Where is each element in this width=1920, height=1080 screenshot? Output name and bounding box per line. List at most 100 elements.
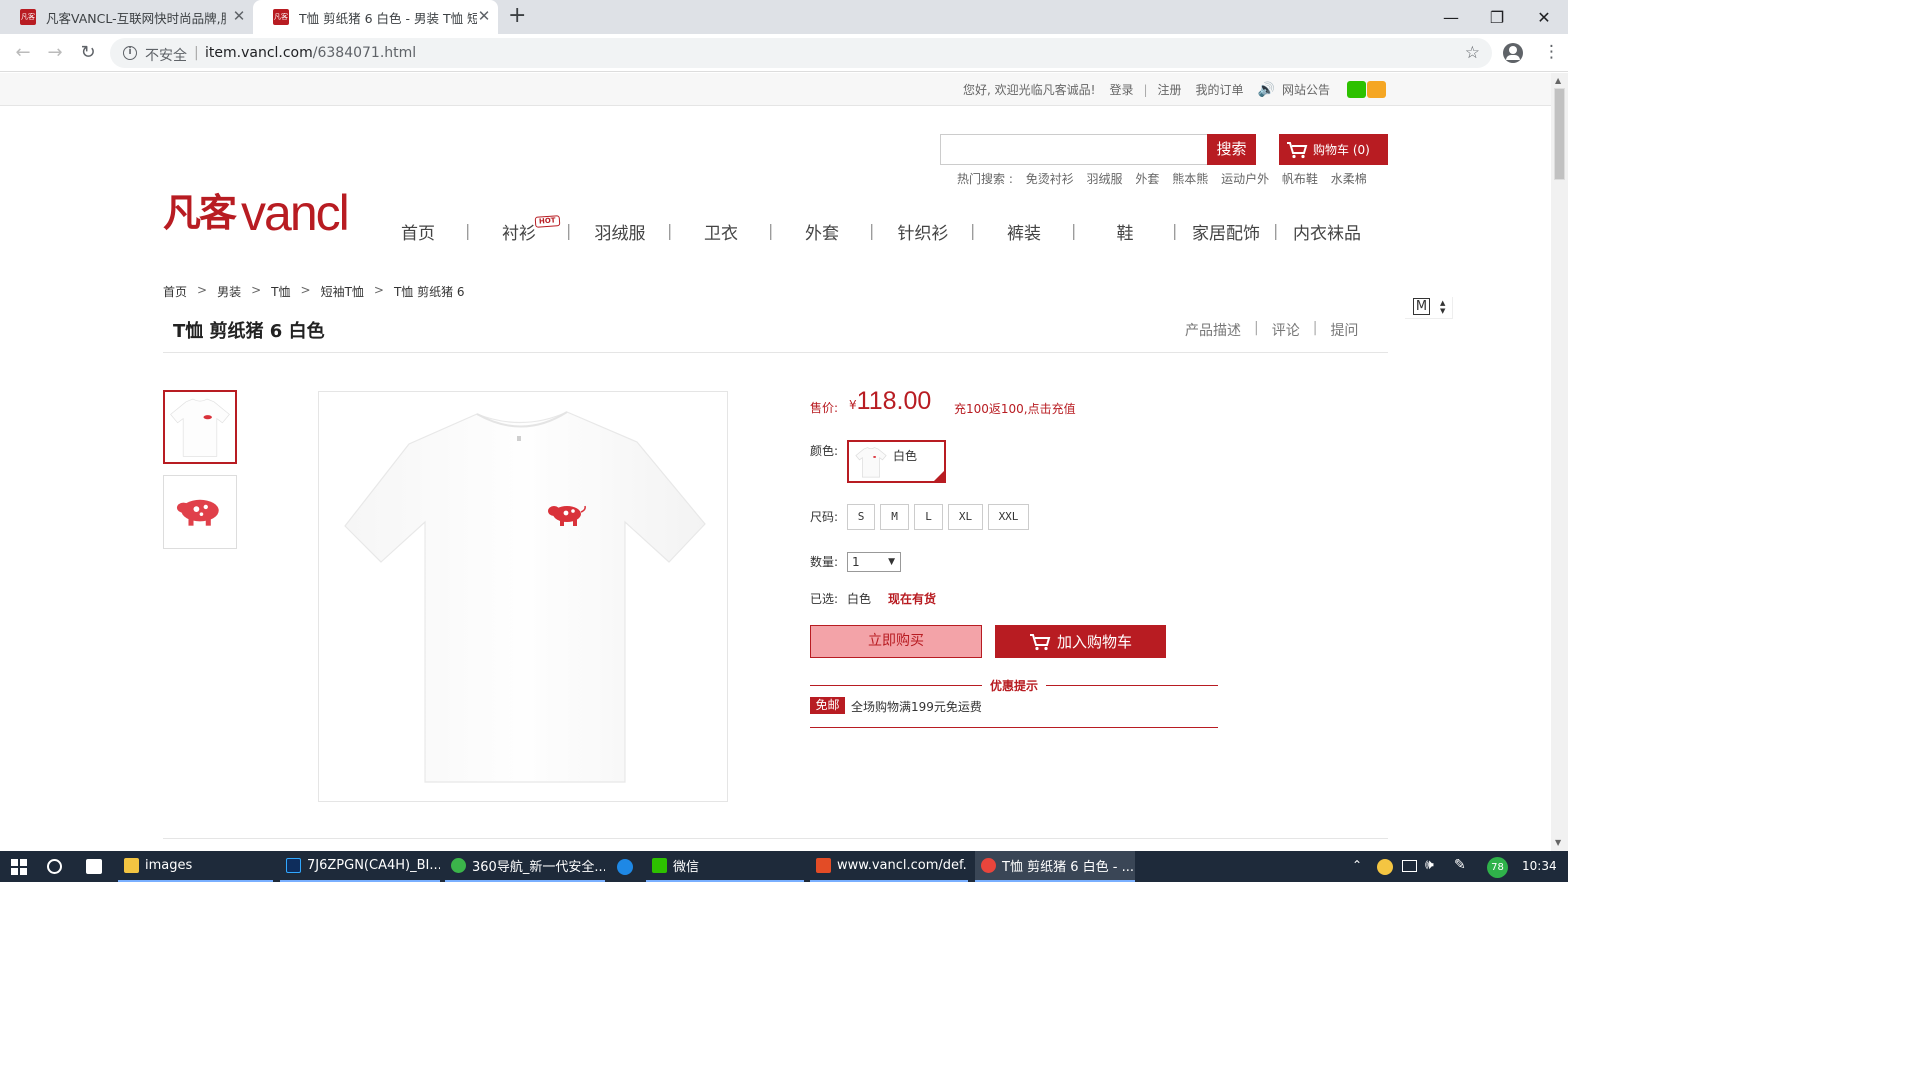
account-circle-icon[interactable] (1503, 43, 1523, 63)
product-main-image[interactable] (318, 391, 728, 802)
size-option-s[interactable]: S (847, 504, 875, 530)
scroll-down-icon[interactable]: ▼ (1555, 838, 1561, 847)
quantity-select[interactable]: 1 ▼ (847, 552, 901, 572)
back-button[interactable]: ← (12, 42, 34, 64)
breadcrumb-separator: > (197, 283, 208, 297)
vancl-logo[interactable]: 凡客 vancl (163, 188, 350, 238)
store-icon[interactable] (86, 859, 102, 874)
maximize-button[interactable]: ❐ (1474, 0, 1520, 34)
tab-close-icon[interactable]: ✕ (476, 9, 492, 25)
thumbnail-detail[interactable] (163, 475, 237, 549)
breadcrumb-item[interactable]: T恤 (271, 283, 290, 300)
register-link[interactable]: 注册 (1158, 81, 1182, 98)
taskbar-item-wechat[interactable]: 微信 (646, 851, 804, 882)
app-k-icon[interactable] (617, 859, 633, 875)
nav-item-home[interactable]: 首页 (368, 219, 468, 244)
nav-item-pants[interactable]: 裤装 (974, 219, 1074, 244)
weibo-icon[interactable] (1367, 81, 1386, 98)
tab-questions[interactable]: 提问 (1330, 320, 1358, 340)
add-to-cart-label: 加入购物车 (1056, 633, 1132, 651)
hot-term[interactable]: 帆布鞋 (1282, 172, 1318, 186)
tray-app-icon[interactable] (1377, 859, 1393, 875)
breadcrumb-item[interactable]: 男装 (217, 283, 241, 300)
hot-term[interactable]: 外套 (1135, 172, 1159, 186)
hot-term[interactable]: 免烫衬衫 (1026, 172, 1074, 186)
network-icon[interactable] (1402, 860, 1417, 872)
add-to-cart-button[interactable]: 加入购物车 (995, 625, 1166, 658)
nav-item-home-accessories[interactable]: 家居配饰 (1176, 219, 1276, 244)
breadcrumb-separator: > (251, 283, 262, 297)
tab-close-icon[interactable]: ✕ (231, 9, 247, 25)
size-option-l[interactable]: L (914, 504, 943, 530)
info-icon[interactable]: i (123, 46, 137, 60)
windows-start-icon[interactable] (11, 859, 27, 875)
browser-tab-product[interactable]: 凡客 T恤 剪纸猪 6 白色 - 男装 T恤 短袖 ✕ (253, 0, 498, 34)
pen-icon[interactable]: ✎ (1454, 857, 1466, 873)
buy-now-button[interactable]: 立即购买 (810, 625, 982, 658)
stock-status: 现在有货 (888, 592, 937, 606)
page-scrollbar[interactable]: ▲ ▼ (1551, 73, 1568, 851)
tab-separator: | (1312, 320, 1318, 336)
nav-item-underwear[interactable]: 内衣袜品 (1277, 219, 1377, 244)
taskbar-item-images[interactable]: images (118, 851, 273, 882)
browser-menu-icon[interactable]: ⋮ (1543, 42, 1560, 62)
size-option-xl[interactable]: XL (948, 504, 983, 530)
wechat-icon[interactable] (1347, 81, 1366, 98)
selected-label: 已选: (810, 592, 839, 606)
web-page: 您好, 欢迎光临凡客诚品! 登录 | 注册 我的订单 🔊 网站公告 搜索 购物车… (0, 73, 1551, 851)
taskbar-item-360-browser[interactable]: 360导航_新一代安全... (445, 851, 605, 882)
reload-button[interactable]: ↻ (77, 42, 99, 64)
address-bar[interactable]: i 不安全 | item.vancl.com/6384071.html ☆ (110, 38, 1492, 68)
announcement-link[interactable]: 网站公告 (1282, 81, 1330, 98)
my-orders-link[interactable]: 我的订单 (1196, 81, 1244, 98)
battery-badge[interactable]: 78 (1487, 857, 1508, 878)
recharge-promo-link[interactable]: 充100返100,点击充值 (954, 400, 1076, 417)
address-url[interactable]: item.vancl.com/6384071.html (205, 45, 416, 61)
taskbar-item-photoshop[interactable]: 7J6ZPGN(CA4H)_BI... (280, 851, 440, 882)
tab-product-description[interactable]: 产品描述 (1185, 320, 1241, 340)
free-shipping-badge: 免邮 (810, 697, 845, 714)
new-tab-button[interactable]: + (508, 3, 526, 28)
taskbar-item-vancl-html[interactable]: www.vancl.com/def... (810, 851, 968, 882)
hot-term[interactable]: 羽绒服 (1087, 172, 1123, 186)
breadcrumb-item[interactable]: 短袖T恤 (321, 283, 364, 300)
browser-tab-strip: 凡客 凡客VANCL-互联网快时尚品牌,服 ✕ 凡客 T恤 剪纸猪 6 白色 -… (0, 0, 1568, 34)
nav-item-knitwear[interactable]: 针织衫 (873, 219, 973, 244)
breadcrumb-item[interactable]: 首页 (163, 283, 187, 300)
browser-tab-vancl-home[interactable]: 凡客 凡客VANCL-互联网快时尚品牌,服 ✕ (0, 0, 253, 34)
bookmark-star-icon[interactable]: ☆ (1465, 43, 1480, 63)
minimize-button[interactable]: — (1428, 0, 1474, 34)
window-close-button[interactable]: ✕ (1521, 0, 1567, 34)
scrollbar-thumb[interactable] (1554, 88, 1565, 180)
pig-papercut-thumbnail-image (176, 499, 219, 526)
divider: | (1143, 82, 1148, 97)
cart-button[interactable]: 购物车 (0) (1279, 134, 1388, 165)
hot-term[interactable]: 水柔棉 (1331, 172, 1367, 186)
tab-reviews[interactable]: 评论 (1272, 320, 1300, 340)
taskbar-label: images (145, 858, 193, 873)
scroll-up-icon[interactable]: ▲ (1555, 76, 1561, 85)
nav-item-down-jackets[interactable]: 羽绒服 (570, 219, 670, 244)
folder-icon (124, 858, 139, 873)
volume-icon[interactable]: 🕪 (1425, 857, 1434, 873)
nav-item-outerwear[interactable]: 外套 (772, 219, 872, 244)
logo-cn: 凡客 (163, 190, 237, 235)
color-swatch-white[interactable]: 白色 (847, 440, 946, 483)
hot-term[interactable]: 熊本熊 (1172, 172, 1208, 186)
forward-button[interactable]: → (44, 42, 66, 64)
search-circle-icon[interactable] (47, 859, 62, 874)
nav-item-hoodies[interactable]: 卫衣 (671, 219, 771, 244)
tray-expand-icon[interactable]: ⌃ (1352, 858, 1362, 872)
size-option-xxl[interactable]: XXL (988, 504, 1029, 530)
login-link[interactable]: 登录 (1109, 81, 1133, 98)
hot-term[interactable]: 运动户外 (1221, 172, 1269, 186)
thumbnail-front[interactable] (163, 390, 237, 464)
size-guide-widget[interactable]: M ▲ ▼ (1405, 297, 1453, 319)
search-button[interactable]: 搜索 (1207, 134, 1256, 165)
search-input[interactable] (940, 134, 1208, 165)
taskbar-clock[interactable]: 10:34 (1522, 859, 1557, 873)
360-browser-icon (451, 858, 466, 873)
nav-item-shoes[interactable]: 鞋 (1075, 219, 1175, 244)
taskbar-item-chrome[interactable]: T恤 剪纸猪 6 白色 - ... (975, 851, 1135, 882)
size-option-m[interactable]: M (880, 504, 909, 530)
